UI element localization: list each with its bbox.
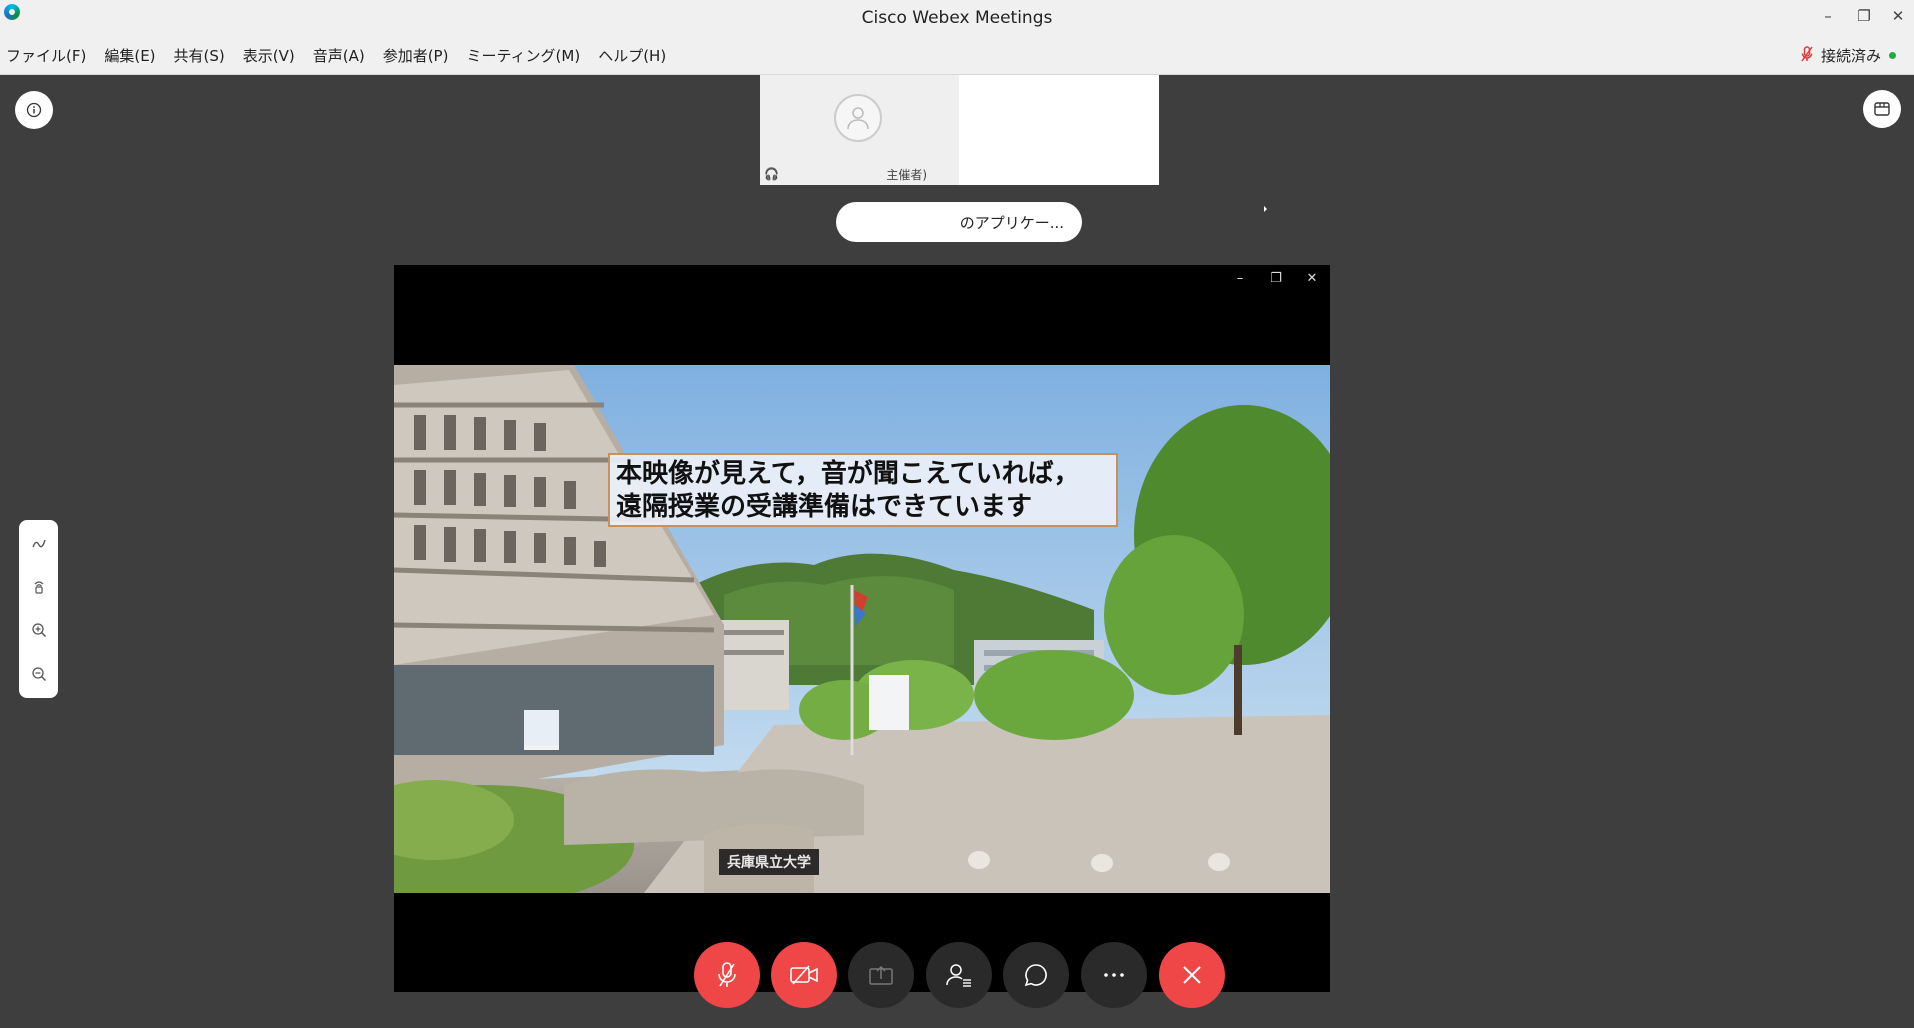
sharing-app-pill[interactable]: のアプリケー... xyxy=(836,202,1082,242)
host-label: 主催者) xyxy=(886,168,927,182)
menu-bar: ファイル(F) 編集(E) 共有(S) 表示(V) 音声(A) 参加者(P) ミ… xyxy=(0,36,1914,75)
participants-icon xyxy=(946,964,971,987)
video-off-icon xyxy=(790,965,818,985)
shared-video-window: – ❐ ✕ 兵庫県立大学 本映像が見えて，音が聞こえていれば， 遠隔授業の受講準… xyxy=(394,265,1330,992)
video-minimize-button[interactable]: – xyxy=(1230,271,1250,286)
menu-share[interactable]: 共有(S) xyxy=(174,45,225,66)
close-button[interactable]: ✕ xyxy=(1886,6,1910,26)
zoom-in-button[interactable] xyxy=(19,615,58,645)
window-title: Cisco Webex Meetings xyxy=(861,8,1053,28)
mic-muted-icon xyxy=(1801,45,1813,66)
mute-button[interactable] xyxy=(694,942,760,1008)
annotate-tool[interactable] xyxy=(19,528,58,558)
video-caption: 本映像が見えて，音が聞こえていれば， 遠隔授業の受講準備はできています xyxy=(608,453,1118,527)
host-thumbnail[interactable]: 🎧 主催者) xyxy=(760,75,959,185)
pen-icon xyxy=(31,539,46,548)
participant-thumbnails: 🎧 主催者) xyxy=(760,75,1159,185)
zoom-in-icon xyxy=(31,623,46,638)
menu-file[interactable]: ファイル(F) xyxy=(6,45,86,66)
chat-button[interactable] xyxy=(1003,942,1069,1008)
menu-audio[interactable]: 音声(A) xyxy=(313,45,365,66)
leave-button[interactable] xyxy=(1159,942,1225,1008)
leave-icon xyxy=(1183,966,1201,984)
panel-icon xyxy=(1874,102,1890,116)
panel-toggle-button[interactable] xyxy=(1863,90,1901,128)
avatar xyxy=(834,94,882,142)
connection-status[interactable]: 接続済み xyxy=(1801,45,1896,66)
video-restore-button[interactable]: ❐ xyxy=(1266,271,1286,286)
chat-icon xyxy=(1024,964,1047,987)
restore-button[interactable]: ❐ xyxy=(1852,6,1876,26)
mouse-cursor xyxy=(1264,206,1267,212)
menu-list: ファイル(F) 編集(E) 共有(S) 表示(V) 音声(A) 参加者(P) ミ… xyxy=(6,45,666,66)
menu-meeting[interactable]: ミーティング(M) xyxy=(466,45,580,66)
stone-sign-text: 兵庫県立大学 xyxy=(727,854,811,871)
menu-participants[interactable]: 参加者(P) xyxy=(383,45,449,66)
info-icon xyxy=(26,102,42,118)
minimize-button[interactable]: – xyxy=(1816,6,1840,26)
share-icon xyxy=(869,965,893,985)
status-label: 接続済み xyxy=(1820,47,1881,65)
campus-photo: 兵庫県立大学 本映像が見えて，音が聞こえていれば， 遠隔授業の受講準備はできてい… xyxy=(394,365,1330,893)
video-button[interactable] xyxy=(771,942,837,1008)
zoom-out-icon xyxy=(31,667,46,682)
menu-edit[interactable]: 編集(E) xyxy=(104,45,155,66)
more-button[interactable] xyxy=(1081,942,1147,1008)
menu-help[interactable]: ヘルプ(H) xyxy=(598,45,666,66)
menu-view[interactable]: 表示(V) xyxy=(243,45,295,66)
share-button[interactable] xyxy=(848,942,914,1008)
caption-line-2: 遠隔授業の受講準備はできています xyxy=(616,492,1033,522)
annotation-toolbar xyxy=(19,520,58,698)
zoom-out-button[interactable] xyxy=(19,659,58,689)
mic-muted-icon xyxy=(718,962,736,987)
hand-icon xyxy=(34,581,43,594)
campus-scene-image: 兵庫県立大学 xyxy=(394,365,1330,893)
video-close-button[interactable]: ✕ xyxy=(1302,271,1322,286)
status-dot xyxy=(1889,52,1896,59)
caption-line-1: 本映像が見えて，音が聞こえていれば， xyxy=(616,459,1080,489)
title-bar: Cisco Webex Meetings – ❐ ✕ xyxy=(0,0,1914,36)
remote-control-tool[interactable] xyxy=(19,571,58,601)
meeting-info-button[interactable] xyxy=(15,91,53,129)
more-icon xyxy=(1104,973,1124,977)
participants-button[interactable] xyxy=(926,942,992,1008)
